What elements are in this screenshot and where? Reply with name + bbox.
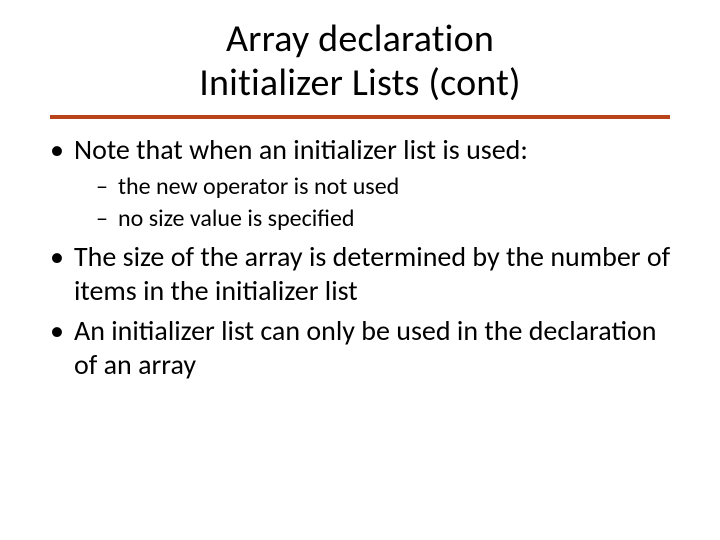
bullet-list: Note that when an initializer list is us… xyxy=(44,133,676,382)
list-item: no size value is specified xyxy=(96,204,676,234)
slide-title: Array declaration Initializer Lists (con… xyxy=(50,18,670,109)
slide-content: Note that when an initializer list is us… xyxy=(40,133,680,382)
title-underline xyxy=(50,115,670,119)
list-item: An initializer list can only be used in … xyxy=(44,314,676,382)
sub-bullet-list: the new operator is not used no size val… xyxy=(74,172,676,234)
title-line-2: Initializer Lists (cont) xyxy=(50,62,670,106)
sub-bullet-text: no size value is specified xyxy=(118,204,355,233)
title-line-1: Array declaration xyxy=(50,18,670,62)
list-item: Note that when an initializer list is us… xyxy=(44,133,676,233)
list-item: the new operator is not used xyxy=(96,172,676,202)
bullet-text: An initializer list can only be used in … xyxy=(74,313,656,382)
list-item: The size of the array is determined by t… xyxy=(44,240,676,308)
slide: Array declaration Initializer Lists (con… xyxy=(0,0,720,540)
sub-bullet-text: the new operator is not used xyxy=(118,172,399,201)
bullet-text: The size of the array is determined by t… xyxy=(74,239,670,308)
bullet-text: Note that when an initializer list is us… xyxy=(74,132,528,167)
